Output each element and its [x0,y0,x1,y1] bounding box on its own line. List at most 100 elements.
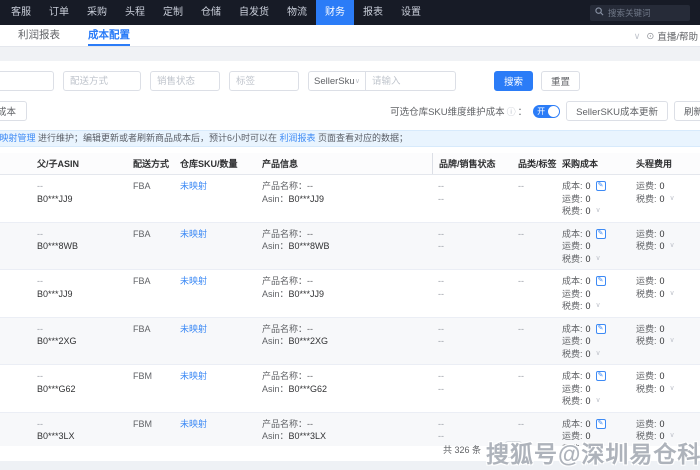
chevron-down-icon[interactable]: ∨ [596,205,601,218]
pagination-total: 共 326 条 [443,445,482,455]
filter-row: SellerSku ∨ 搜索 重置 [0,71,700,91]
search-button[interactable]: 搜索 [494,71,534,91]
nav-item-settings[interactable]: 设置 [392,0,430,25]
asin-cell: -- B0***JJ9 [37,181,73,204]
chevron-down-icon[interactable]: ∨ [670,288,675,301]
asin-cell: -- B0***3LX [37,418,75,442]
profit-report-link[interactable]: 利润报表 [280,133,316,143]
table-row: -- B0***JJ9 FBA 未映射 产品名称：-- Asin：B0***JJ… [0,270,700,318]
unmapped-link[interactable]: 未映射 [180,419,207,429]
search-input[interactable] [608,7,685,18]
unmapped-link[interactable]: 未映射 [180,229,207,239]
row-checkbox-col [0,370,30,408]
sales-status-input[interactable] [150,71,220,91]
cost-partial-button[interactable]: 成本 [0,101,28,121]
delivery-cell: FBM [133,418,152,429]
nav-item-logistics[interactable]: 物流 [278,0,316,25]
asin-cell: -- B0***8WB [37,228,79,252]
delivery-cell: FBA [133,228,151,239]
chevron-down-icon[interactable]: ∨ [596,348,601,361]
header-product-info: 产品信息 [262,159,299,169]
edit-cost-icon[interactable]: ✎ [595,228,606,239]
edit-cost-icon[interactable]: ✎ [595,418,606,429]
cut-filter-input[interactable] [0,71,54,91]
product-info-cell: 产品名称：-- Asin：B0***8WB [262,228,330,252]
refresh-order-cost-button[interactable]: 刷新订单 [673,101,700,121]
first-leg-fee-cell: 运费: 0 税费: 0 ∨ [636,323,675,348]
table-row: -- B0***2XG FBA 未映射 产品名称：-- Asin：B0***2X… [0,317,700,365]
unmapped-link[interactable]: 未映射 [180,276,207,286]
unmapped-link[interactable]: 未映射 [180,371,207,381]
table-row: -- B0***8WB FBA 未映射 产品名称：-- Asin：B0***8W… [0,222,700,270]
nav-item-reports[interactable]: 报表 [354,0,392,25]
nav-item-first-leg[interactable]: 头程 [116,0,154,25]
product-info-cell: 产品名称：-- Asin：B0***3LX [262,418,327,442]
asin-cell: -- B0***JJ9 [37,276,73,299]
tab-profit-report[interactable]: 利润报表 [18,25,60,46]
nav-item-customization[interactable]: 定制 [154,0,192,25]
chevron-down-icon[interactable]: ∨ [596,300,601,313]
reset-button[interactable]: 重置 [541,71,581,91]
nav-item-orders[interactable]: 订单 [40,0,78,25]
tab-cost-config[interactable]: 成本配置 [88,25,130,46]
sku-mapping-cell: 未映射 [180,275,262,313]
tag-input[interactable] [229,71,299,91]
category-tag-cell: -- [518,228,524,239]
sku-mapping-cell: 未映射 [180,323,262,361]
header-asin: 父/子ASIN [37,159,80,169]
live-help-link[interactable]: ⊙ 直播/帮助 [646,29,698,44]
purchase-cost-cell: 成本:0✎ 运费:0 税费:0∨ [562,370,636,408]
global-search[interactable] [590,4,690,21]
cost-table: 父/子ASIN 配送方式 仓库SKU/数量 产品信息 品牌/销售状态 品类/标签… [0,153,700,446]
category-tag-cell: -- [518,371,524,381]
chevron-down-icon[interactable]: ∨ [670,335,675,348]
seller-sku-select[interactable]: SellerSku ∨ [308,71,366,91]
nav-item-customer-service[interactable]: 客服 [2,0,40,25]
edit-cost-icon[interactable]: ✎ [595,181,606,192]
purchase-cost-cell: 成本:0✎ 运费:0 税费:0∨ [562,275,636,313]
chevron-down-icon[interactable]: ∨ [596,395,601,408]
keyword-input[interactable] [366,71,456,91]
delivery-method-input[interactable] [63,71,141,91]
chevron-down-icon[interactable]: ∨ [670,193,675,206]
nav-item-self-delivery[interactable]: 自发货 [230,0,278,25]
edit-cost-icon[interactable]: ✎ [595,323,606,334]
delivery-cell: FBA [133,181,151,191]
table-row: -- B0***JJ9 FBA 未映射 产品名称：-- Asin：B0***JJ… [0,175,700,223]
header-brand-status: 品牌/销售状态 [432,153,518,174]
brand-status-cell: -- -- [438,323,444,347]
tab-bar: 利润报表 成本配置 ∨ ⊙ 直播/帮助 [0,25,700,47]
table-body: -- B0***JJ9 FBA 未映射 产品名称：-- Asin：B0***JJ… [0,175,700,446]
first-leg-fee-cell: 运费: 0 税费: 0 ∨ [636,181,675,206]
edit-cost-icon[interactable]: ✎ [595,371,606,382]
product-info-cell: 产品名称：-- Asin：B0***JJ9 [262,276,325,299]
row-checkbox-col [0,418,30,447]
top-nav: 客服 订单 采购 头程 定制 仓储 自发货 物流 财务 报表 设置 [0,0,700,25]
unmapped-link[interactable]: 未映射 [180,324,207,334]
edit-cost-icon[interactable]: ✎ [595,276,606,287]
chevron-down-icon[interactable]: ∨ [634,31,641,42]
sku-dimension-toggle-label: 可选仓库SKU维度维护成本 ⓘ ： [390,106,528,119]
sku-mapping-cell: 未映射 [180,228,262,266]
nav-item-finance[interactable]: 财务 [316,0,354,25]
brand-status-cell: -- -- [438,276,444,299]
asin-cell: -- B0***G62 [37,371,76,394]
nav-item-purchasing[interactable]: 采购 [78,0,116,25]
sku-dimension-toggle[interactable]: 开 [533,104,561,118]
sellersku-cost-update-button[interactable]: SellerSKU成本更新 [566,101,668,121]
chevron-down-icon[interactable]: ∨ [670,240,675,253]
sku-mapping-link[interactable]: SKU映射管理 [0,133,36,143]
header-delivery: 配送方式 [133,159,170,169]
watermark: 搜狐号@深圳易仓科 [486,441,700,467]
first-leg-fee-cell: 运费: 0 税费: 0 ∨ [636,276,675,301]
nav-item-warehouse[interactable]: 仓储 [192,0,230,25]
action-row: 成本 可选仓库SKU维度维护成本 ⓘ ： 开 SellerSKU成本更新 刷新订… [0,101,700,121]
product-info-cell: 产品名称：-- Asin：B0***2XG [262,323,329,347]
unmapped-link[interactable]: 未映射 [180,181,207,191]
header-purchase-cost: 采购成本 [562,159,599,169]
sku-mapping-cell: 未映射 [180,370,262,408]
header-first-leg-fee: 头程费用 [636,159,673,169]
chevron-down-icon[interactable]: ∨ [670,383,675,396]
chevron-down-icon[interactable]: ∨ [596,253,601,266]
header-warehouse-sku: 仓库SKU/数量 [180,159,238,169]
